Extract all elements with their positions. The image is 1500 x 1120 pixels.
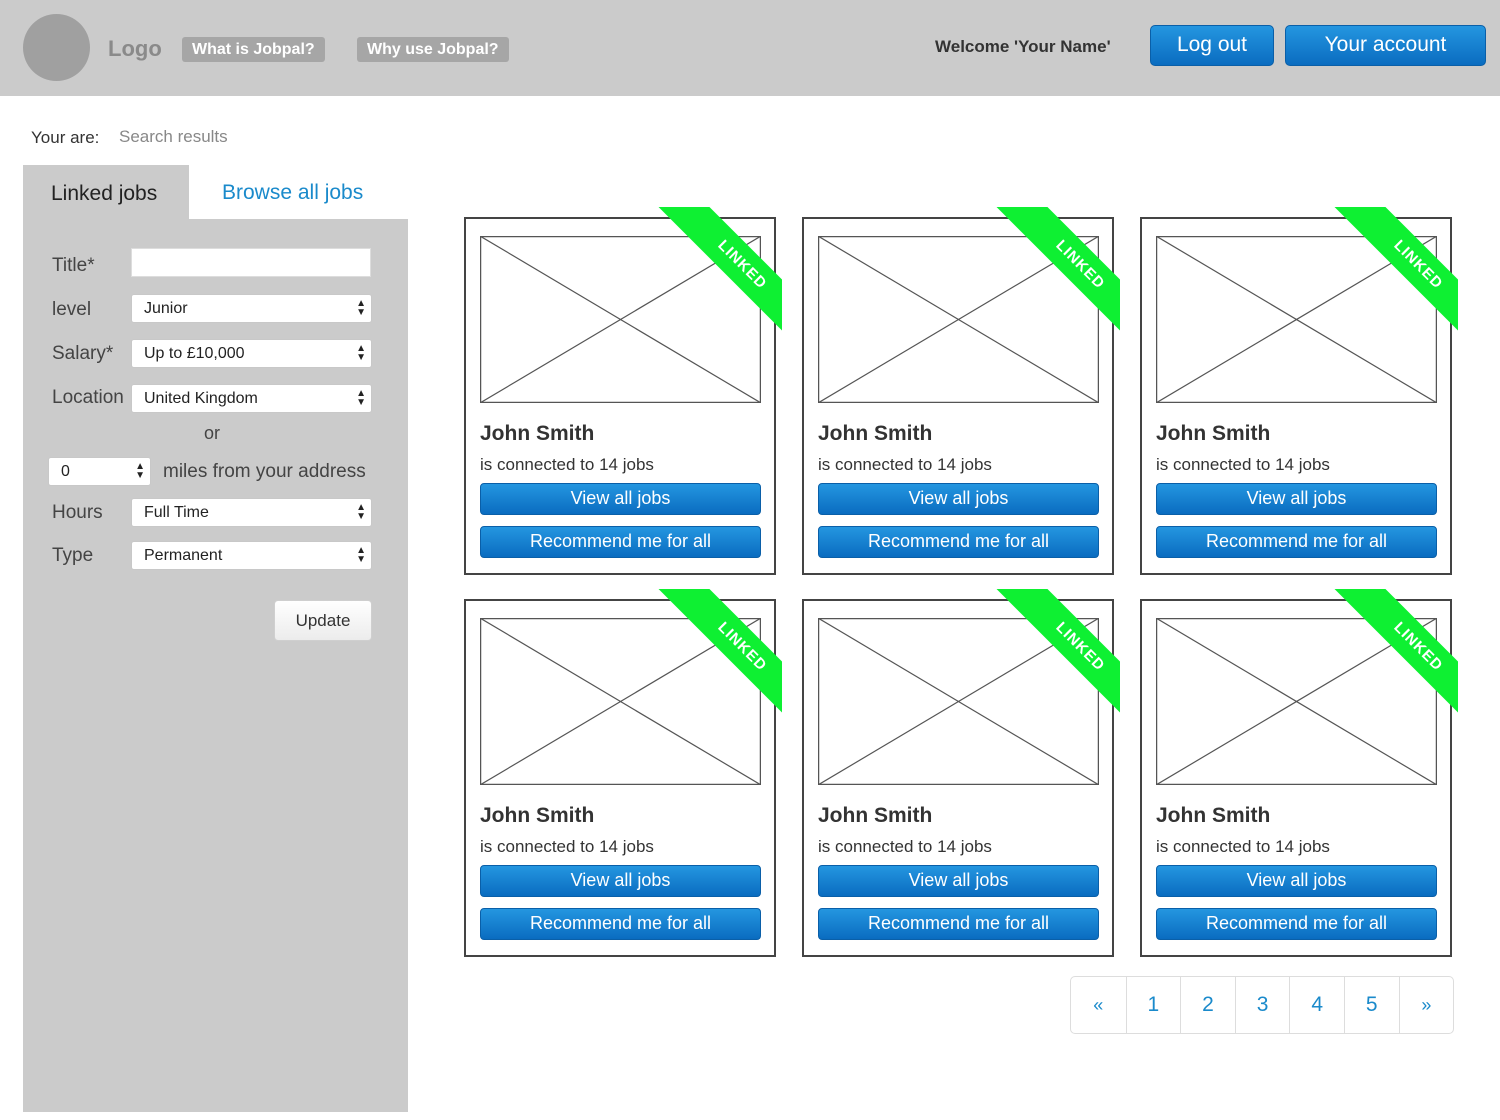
- pagination-next[interactable]: »: [1398, 977, 1454, 1033]
- pagination-page-3[interactable]: 3: [1234, 977, 1290, 1033]
- recommend-me-button[interactable]: Recommend me for all: [818, 908, 1099, 940]
- type-label: Type: [52, 545, 94, 566]
- miles-label: miles from your address: [163, 461, 366, 482]
- select-arrows-icon: ▲ ▼: [135, 461, 145, 481]
- candidate-card: LINKED John Smith is connected to 14 job…: [1140, 207, 1458, 575]
- linked-ribbon-text: LINKED: [989, 207, 1120, 347]
- nav-what-is-jobpal[interactable]: What is Jobpal?: [182, 37, 325, 62]
- tab-linked-jobs[interactable]: Linked jobs: [23, 165, 189, 220]
- hours-select[interactable]: Full Time ▲ ▼: [131, 498, 372, 527]
- view-all-jobs-button[interactable]: View all jobs: [480, 483, 761, 515]
- level-label: level: [52, 299, 92, 320]
- location-value: United Kingdom: [144, 390, 258, 407]
- candidate-card: LINKED John Smith is connected to 14 job…: [1140, 589, 1458, 957]
- tab-browse-all-jobs[interactable]: Browse all jobs: [222, 181, 363, 205]
- breadcrumb-current: Search results: [119, 127, 228, 146]
- pagination-prev[interactable]: «: [1071, 977, 1126, 1033]
- breadcrumb-label: Your are:: [31, 128, 100, 147]
- linked-ribbon: LINKED: [642, 589, 782, 729]
- hours-value: Full Time: [144, 504, 209, 521]
- candidate-card: LINKED John Smith is connected to 14 job…: [802, 589, 1120, 957]
- pagination-page-1[interactable]: 1: [1125, 977, 1181, 1033]
- candidate-subtitle: is connected to 14 jobs: [480, 455, 654, 474]
- linked-ribbon-text: LINKED: [651, 589, 782, 729]
- location-label: Location: [52, 387, 124, 408]
- avatar: [23, 14, 90, 81]
- welcome-text: Welcome 'Your Name': [935, 37, 1111, 56]
- candidate-subtitle: is connected to 14 jobs: [1156, 455, 1330, 474]
- level-value: Junior: [144, 300, 188, 317]
- view-all-jobs-button[interactable]: View all jobs: [1156, 483, 1437, 515]
- type-value: Permanent: [144, 547, 223, 564]
- nav-why-use-jobpal[interactable]: Why use Jobpal?: [357, 37, 509, 62]
- pagination-page-4[interactable]: 4: [1289, 977, 1344, 1033]
- select-arrows-icon: ▲ ▼: [356, 502, 366, 522]
- recommend-me-button[interactable]: Recommend me for all: [480, 908, 761, 940]
- logo: Logo: [108, 36, 162, 61]
- salary-label: Salary*: [52, 343, 114, 364]
- logout-button[interactable]: Log out: [1150, 25, 1274, 66]
- pagination-page-5[interactable]: 5: [1343, 977, 1399, 1033]
- candidate-name: John Smith: [818, 804, 933, 827]
- candidate-subtitle: is connected to 14 jobs: [818, 837, 992, 856]
- view-all-jobs-button[interactable]: View all jobs: [818, 483, 1099, 515]
- linked-ribbon-text: LINKED: [1327, 589, 1458, 729]
- view-all-jobs-button[interactable]: View all jobs: [818, 865, 1099, 897]
- candidate-card: LINKED John Smith is connected to 14 job…: [464, 207, 782, 575]
- candidate-name: John Smith: [818, 422, 933, 445]
- candidate-name: John Smith: [1156, 422, 1271, 445]
- location-select[interactable]: United Kingdom ▲ ▼: [131, 384, 372, 413]
- recommend-me-button[interactable]: Recommend me for all: [480, 526, 761, 558]
- linked-ribbon: LINKED: [980, 589, 1120, 729]
- miles-value: 0: [61, 463, 70, 480]
- candidate-name: John Smith: [1156, 804, 1271, 827]
- linked-ribbon: LINKED: [1318, 207, 1458, 347]
- type-select[interactable]: Permanent ▲ ▼: [131, 541, 372, 570]
- select-arrows-icon: ▲ ▼: [356, 343, 366, 363]
- update-button[interactable]: Update: [274, 600, 372, 641]
- pagination: « 1 2 3 4 5 »: [1070, 976, 1455, 1034]
- hours-label: Hours: [52, 502, 103, 523]
- candidate-card: LINKED John Smith is connected to 14 job…: [464, 589, 782, 957]
- candidate-card: LINKED John Smith is connected to 14 job…: [802, 207, 1120, 575]
- salary-select[interactable]: Up to £10,000 ▲ ▼: [131, 339, 372, 368]
- select-arrows-icon: ▲ ▼: [356, 298, 366, 318]
- candidate-subtitle: is connected to 14 jobs: [818, 455, 992, 474]
- or-label: or: [204, 423, 221, 443]
- select-arrows-icon: ▲ ▼: [356, 388, 366, 408]
- candidate-name: John Smith: [480, 804, 595, 827]
- top-header: Logo What is Jobpal? Why use Jobpal? Wel…: [0, 0, 1500, 96]
- candidate-name: John Smith: [480, 422, 595, 445]
- linked-ribbon: LINKED: [1318, 589, 1458, 729]
- view-all-jobs-button[interactable]: View all jobs: [480, 865, 761, 897]
- recommend-me-button[interactable]: Recommend me for all: [1156, 908, 1437, 940]
- recommend-me-button[interactable]: Recommend me for all: [1156, 526, 1437, 558]
- title-label: Title*: [52, 255, 95, 276]
- salary-value: Up to £10,000: [144, 345, 245, 362]
- candidate-subtitle: is connected to 14 jobs: [1156, 837, 1330, 856]
- pagination-page-2[interactable]: 2: [1180, 977, 1235, 1033]
- level-select[interactable]: Junior ▲ ▼: [131, 294, 372, 323]
- linked-ribbon-text: LINKED: [651, 207, 782, 347]
- select-arrows-icon: ▲ ▼: [356, 545, 366, 565]
- view-all-jobs-button[interactable]: View all jobs: [1156, 865, 1437, 897]
- linked-ribbon-text: LINKED: [1327, 207, 1458, 347]
- linked-ribbon: LINKED: [980, 207, 1120, 347]
- recommend-me-button[interactable]: Recommend me for all: [818, 526, 1099, 558]
- miles-select[interactable]: 0 ▲ ▼: [48, 457, 151, 486]
- linked-ribbon-text: LINKED: [989, 589, 1120, 729]
- candidate-subtitle: is connected to 14 jobs: [480, 837, 654, 856]
- title-input[interactable]: [131, 248, 371, 277]
- your-account-button[interactable]: Your account: [1285, 25, 1486, 66]
- linked-ribbon: LINKED: [642, 207, 782, 347]
